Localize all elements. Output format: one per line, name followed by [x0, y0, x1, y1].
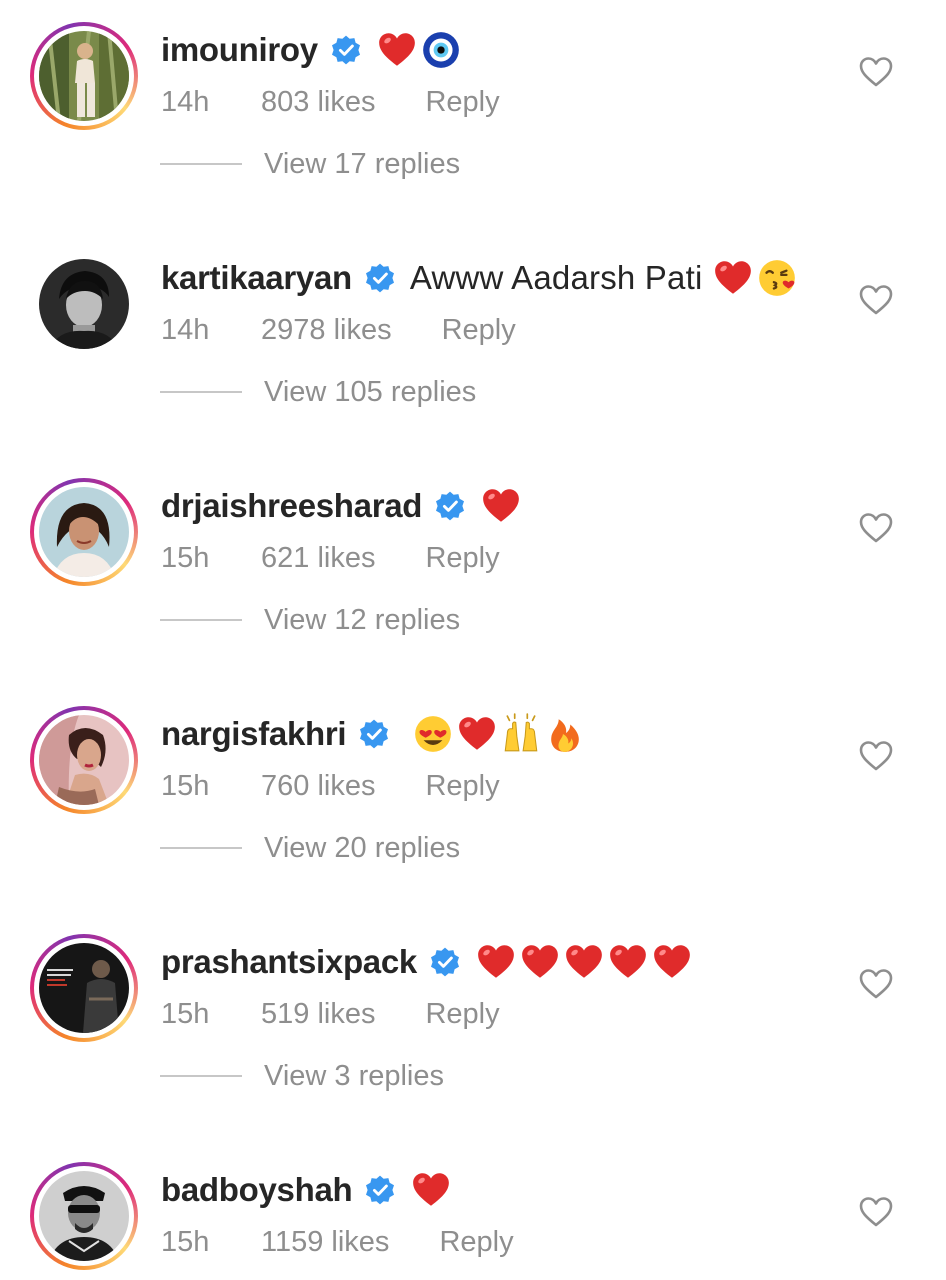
nazar-amulet-icon — [420, 29, 462, 71]
replies-divider — [160, 163, 242, 165]
replies-divider — [160, 391, 242, 393]
username[interactable]: badboyshah — [161, 1171, 353, 1209]
view-replies-link[interactable]: View 3 replies — [160, 1056, 444, 1096]
like-heart-icon[interactable] — [858, 1196, 894, 1228]
avatar-container[interactable] — [30, 250, 138, 358]
comment-likes[interactable]: 803 likes — [261, 86, 375, 119]
comment-time: 15h — [161, 769, 210, 802]
comment-emojis — [475, 941, 695, 983]
like-heart-icon[interactable] — [858, 968, 894, 1000]
comment-emojis — [712, 257, 800, 299]
red-heart-icon — [456, 713, 498, 755]
avatar-story-ring[interactable] — [30, 1162, 138, 1270]
username[interactable]: kartikaaryan — [161, 259, 352, 297]
comment-likes[interactable]: 1159 likes — [261, 1226, 389, 1259]
replies-divider — [160, 847, 242, 849]
username[interactable]: nargisfakhri — [161, 715, 347, 753]
view-replies-link[interactable]: View 12 replies — [160, 600, 460, 640]
red-heart-icon — [651, 941, 693, 983]
avatar-story-ring[interactable] — [30, 22, 138, 130]
comment-emojis — [410, 1169, 454, 1211]
heart-eyes-icon — [412, 713, 454, 755]
replies-divider — [160, 619, 242, 621]
red-heart-icon — [475, 941, 517, 983]
comment-likes[interactable]: 519 likes — [261, 998, 375, 1031]
view-replies-label: View 12 replies — [264, 603, 461, 636]
view-replies-link[interactable]: View 17 replies — [160, 144, 460, 184]
comment-item: drjaishreesharad 15h 621 likes Reply Vie… — [0, 456, 946, 684]
username[interactable]: prashantsixpack — [161, 943, 417, 981]
red-heart-icon — [519, 941, 561, 983]
comment-emojis — [412, 713, 588, 755]
reply-button[interactable]: Reply — [439, 1226, 513, 1259]
comment-time: 14h — [161, 313, 210, 346]
avatar — [39, 259, 129, 349]
reply-button[interactable]: Reply — [425, 542, 499, 575]
view-replies-link[interactable]: View 20 replies — [160, 828, 460, 868]
reply-button[interactable]: Reply — [425, 86, 499, 119]
comment-emojis — [376, 29, 464, 71]
avatar-story-ring[interactable] — [30, 934, 138, 1042]
comment-item: prashantsixpack 15h 519 likes Reply View… — [0, 912, 946, 1140]
view-replies-label: View 105 replies — [264, 375, 477, 408]
comment-text: Awww Aadarsh Pati — [409, 259, 703, 296]
reply-button[interactable]: Reply — [425, 770, 499, 803]
avatar — [39, 487, 129, 577]
comment-likes[interactable]: 2978 likes — [261, 314, 392, 347]
like-heart-icon[interactable] — [858, 740, 894, 772]
view-replies-link[interactable]: View 105 replies — [160, 372, 476, 412]
raised-hands-icon — [500, 713, 542, 755]
reply-button[interactable]: Reply — [442, 314, 516, 347]
verified-badge-icon — [429, 946, 461, 978]
comment-likes[interactable]: 621 likes — [261, 542, 375, 575]
comment-time: 15h — [161, 1225, 210, 1258]
comment-emojis — [480, 485, 524, 527]
avatar — [39, 715, 129, 805]
comment-time: 15h — [161, 541, 210, 574]
verified-badge-icon — [434, 490, 466, 522]
verified-badge-icon — [330, 34, 362, 66]
comment-time: 14h — [161, 85, 210, 118]
comment-time: 15h — [161, 997, 210, 1030]
red-heart-icon — [563, 941, 605, 983]
verified-badge-icon — [364, 1174, 396, 1206]
avatar — [39, 943, 129, 1033]
comment-item: badboyshah 15h 1159 likes Reply — [0, 1140, 946, 1280]
red-heart-icon — [480, 485, 522, 527]
verified-badge-icon — [364, 262, 396, 294]
kiss-face-icon — [756, 257, 798, 299]
red-heart-icon — [410, 1169, 452, 1211]
red-heart-icon — [712, 257, 754, 299]
red-heart-icon — [376, 29, 418, 71]
view-replies-label: View 17 replies — [264, 147, 461, 180]
view-replies-label: View 3 replies — [264, 1059, 445, 1092]
like-heart-icon[interactable] — [858, 512, 894, 544]
verified-badge-icon — [358, 718, 390, 750]
comment-item: imouniroy 14h 803 likes Reply View 17 re… — [0, 0, 946, 228]
avatar-story-ring[interactable] — [30, 478, 138, 586]
comment-likes[interactable]: 760 likes — [261, 770, 375, 803]
like-heart-icon[interactable] — [858, 56, 894, 88]
fire-icon — [544, 713, 586, 755]
reply-button[interactable]: Reply — [425, 998, 499, 1031]
comment-item: nargisfakhri 15h 760 likes Reply View 20… — [0, 684, 946, 912]
red-heart-icon — [607, 941, 649, 983]
replies-divider — [160, 1075, 242, 1077]
username[interactable]: drjaishreesharad — [161, 487, 422, 525]
like-heart-icon[interactable] — [858, 284, 894, 316]
avatar-story-ring[interactable] — [30, 706, 138, 814]
username[interactable]: imouniroy — [161, 31, 318, 69]
avatar — [39, 31, 129, 121]
view-replies-label: View 20 replies — [264, 831, 461, 864]
avatar — [39, 1171, 129, 1261]
comment-item: kartikaaryan Awww Aadarsh Pati 14h 2978 … — [0, 228, 946, 456]
